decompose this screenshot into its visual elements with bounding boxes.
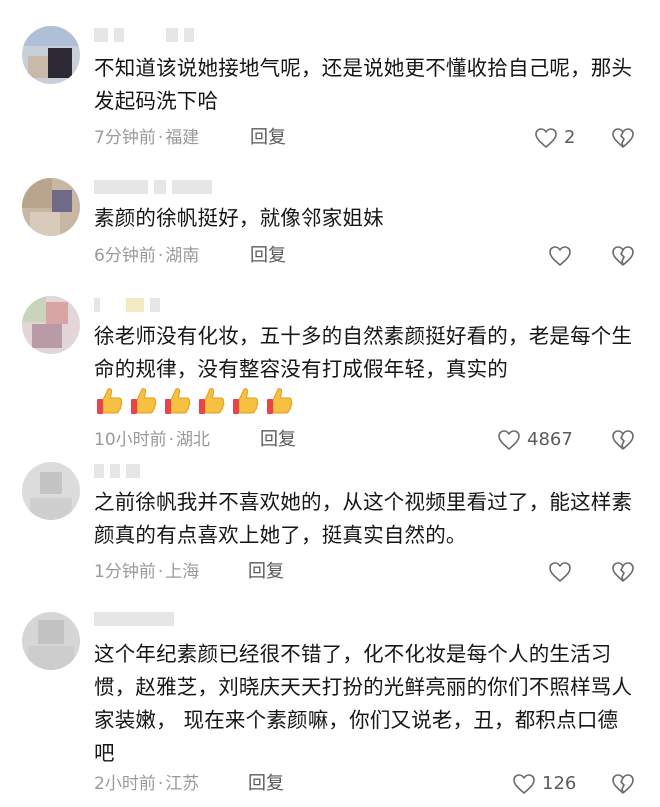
comment-meta: 7分钟前 · 福建	[94, 128, 200, 148]
username-redacted[interactable]	[94, 464, 146, 480]
reply-button[interactable]: 回复	[250, 126, 286, 150]
username-redacted[interactable]	[94, 180, 218, 196]
username-redacted[interactable]	[94, 298, 166, 314]
like-button[interactable]: 2	[534, 125, 575, 151]
like-count: 4867	[527, 429, 573, 450]
comment-text: 这个年纪素颜已经很不错了，化不化妆是每个人的生活习惯，赵雅芝，刘晓庆天天打扮的光…	[94, 642, 633, 765]
username-redacted[interactable]	[94, 28, 200, 44]
comment-time: 2小时前	[94, 774, 156, 794]
like-count: 2	[564, 127, 576, 148]
avatar[interactable]	[22, 612, 80, 670]
thumbs-up-emoji	[165, 388, 191, 414]
username-redacted[interactable]	[94, 612, 180, 628]
reply-button[interactable]: 回复	[248, 772, 284, 796]
like-button[interactable]	[548, 559, 578, 585]
broken-heart-icon[interactable]	[611, 561, 635, 583]
comment-text: 徐老师没有化妆，五十多的自然素颜挺好看的，老是每个生命的规律，没有整容没有打成假…	[94, 324, 633, 381]
comment-time: 6分钟前	[94, 246, 156, 266]
broken-heart-icon[interactable]	[611, 429, 635, 451]
avatar[interactable]	[22, 462, 80, 520]
comment-meta: 1分钟前 · 上海	[94, 562, 200, 582]
like-count: 126	[542, 773, 577, 794]
thumbs-up-emoji	[97, 388, 123, 414]
avatar[interactable]	[22, 26, 80, 84]
comment-time: 1分钟前	[94, 562, 156, 582]
comment-time: 10小时前	[94, 430, 167, 450]
heart-outline-icon	[549, 246, 571, 266]
emoji-row	[94, 386, 294, 418]
comment-text: 之前徐帆我并不喜欢她的，从这个视频里看过了，能这样素颜真的有点喜欢上她了，挺真实…	[94, 490, 633, 547]
reply-button[interactable]: 回复	[260, 428, 296, 452]
broken-heart-icon[interactable]	[611, 245, 635, 267]
comment-text: 不知道该说她接地气呢，还是说她更不懂收拾自己呢，那头发起码洗下哈	[94, 56, 633, 113]
heart-outline-icon	[535, 128, 557, 148]
thumbs-up-emoji	[233, 388, 259, 414]
thumbs-up-emoji	[199, 388, 225, 414]
comment-meta: 2小时前 · 江苏	[94, 774, 200, 794]
avatar[interactable]	[22, 178, 80, 236]
heart-outline-icon	[498, 430, 520, 450]
broken-heart-icon[interactable]	[611, 127, 635, 149]
thumbs-up-emoji	[267, 388, 293, 414]
comment-meta: 10小时前 · 湖北	[94, 430, 211, 450]
thumbs-up-emoji	[131, 388, 157, 414]
reply-button[interactable]: 回复	[248, 560, 284, 584]
heart-outline-icon	[513, 774, 535, 794]
comment-location: 福建	[165, 128, 200, 148]
comment-location: 江苏	[165, 774, 200, 794]
like-button[interactable]: 4867	[497, 427, 573, 453]
avatar[interactable]	[22, 296, 80, 354]
broken-heart-icon[interactable]	[611, 773, 635, 795]
comment-location: 湖南	[165, 246, 200, 266]
like-button[interactable]	[548, 243, 578, 269]
comment-location: 上海	[165, 562, 200, 582]
like-button[interactable]: 126	[512, 771, 576, 797]
comment-location: 湖北	[176, 430, 211, 450]
comment-time: 7分钟前	[94, 128, 156, 148]
comment-meta: 6分钟前 · 湖南	[94, 246, 200, 266]
reply-button[interactable]: 回复	[250, 244, 286, 268]
heart-outline-icon	[549, 562, 571, 582]
comment-text: 素颜的徐帆挺好，就像邻家姐妹	[94, 206, 384, 230]
